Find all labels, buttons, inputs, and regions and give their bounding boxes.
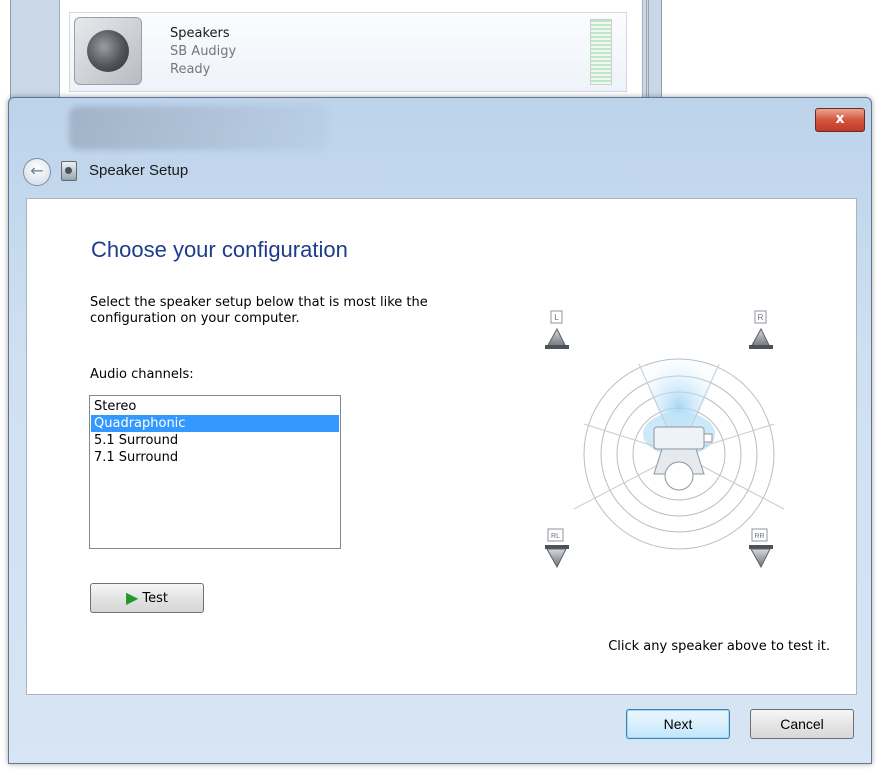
content-panel: Choose your configuration Select the spe… <box>26 198 857 695</box>
speaker-device-icon <box>74 17 142 85</box>
list-item-5-1-surround[interactable]: 5.1 Surround <box>91 432 339 449</box>
footer-divider <box>26 695 855 696</box>
test-button-label: Test <box>142 590 168 606</box>
device-item-speakers[interactable]: Speakers SB Audigy Ready <box>69 12 627 92</box>
blurred-background-item <box>69 106 329 150</box>
svg-text:RR: RR <box>754 533 764 540</box>
front-right-speaker-icon[interactable]: R <box>749 310 773 349</box>
intro-text: Select the speaker setup below that is m… <box>90 295 428 326</box>
device-driver: SB Audigy <box>170 44 237 59</box>
speaker-setup-dialog: x ← Speaker Setup Choose your configurat… <box>8 97 872 764</box>
close-button[interactable]: x <box>815 108 865 132</box>
back-arrow-icon: ← <box>30 161 44 180</box>
svg-text:RL: RL <box>551 533 560 540</box>
play-icon: ▶ <box>126 588 139 607</box>
front-left-speaker-icon[interactable]: L <box>545 310 569 349</box>
cancel-button[interactable]: Cancel <box>750 709 854 739</box>
next-button[interactable]: Next <box>626 709 730 739</box>
list-item-7-1-surround[interactable]: 7.1 Surround <box>91 449 339 466</box>
window-frame-divider <box>646 0 674 100</box>
rear-right-speaker-icon[interactable]: RR <box>749 528 773 569</box>
device-status: Ready <box>170 62 211 77</box>
test-button[interactable]: ▶ Test <box>90 583 204 613</box>
speaker-setup-icon <box>61 161 77 181</box>
svg-text:R: R <box>758 313 764 322</box>
svg-text:L: L <box>554 313 559 322</box>
rear-left-speaker-icon[interactable]: RL <box>545 528 569 569</box>
page-heading: Choose your configuration <box>91 237 348 262</box>
list-item-stereo[interactable]: Stereo <box>91 398 339 415</box>
speaker-layout-diagram: L R RL RR <box>544 309 814 579</box>
test-hint-text: Click any speaker above to test it. <box>608 639 830 654</box>
audio-channels-label: Audio channels: <box>90 367 194 382</box>
list-item-quadraphonic[interactable]: Quadraphonic <box>91 415 339 432</box>
back-button[interactable]: ← <box>23 158 51 186</box>
dialog-title: Speaker Setup <box>89 162 189 179</box>
device-name: Speakers <box>170 26 230 41</box>
volume-level-meter <box>590 19 612 85</box>
audio-channels-list[interactable]: Stereo Quadraphonic 5.1 Surround 7.1 Sur… <box>89 395 341 549</box>
